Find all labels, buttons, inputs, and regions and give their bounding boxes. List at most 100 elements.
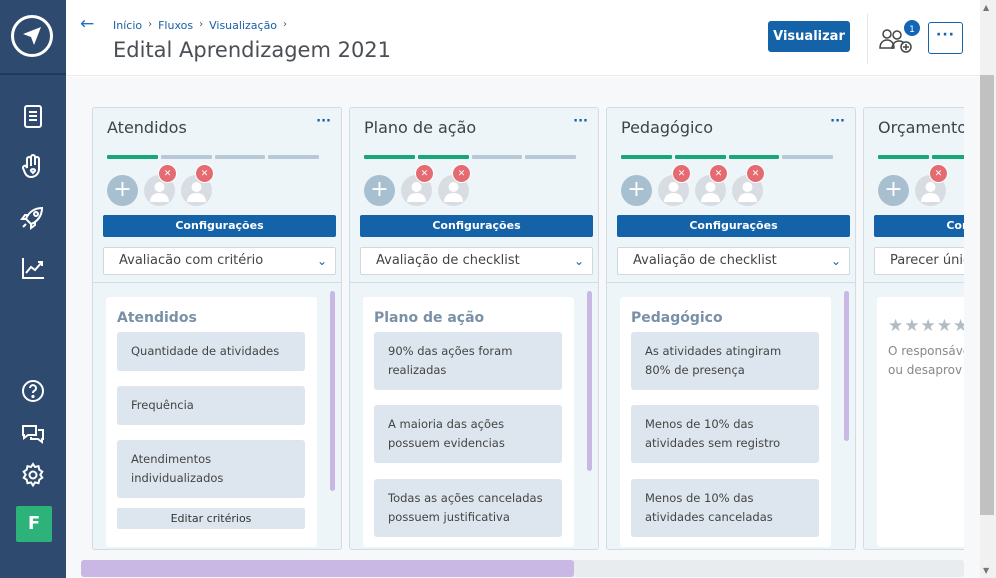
chart-line-icon[interactable] (19, 254, 47, 282)
scroll-down-icon[interactable]: ▼ (983, 566, 989, 575)
column-title: Pedagógico (621, 118, 714, 137)
evaluation-type-select[interactable]: Parecer único (874, 247, 964, 275)
select-value: Avaliação de checklist (633, 253, 777, 268)
column-scrollbar[interactable] (330, 291, 335, 491)
remove-member-icon[interactable]: ✕ (709, 163, 728, 183)
column-divider (93, 282, 341, 283)
remove-member-icon[interactable]: ✕ (158, 163, 177, 183)
column-divider (607, 282, 855, 283)
vertical-scrollbar[interactable]: ▲ ▼ (980, 0, 996, 578)
more-options-button[interactable]: ··· (928, 22, 963, 54)
member-avatar: ✕ (658, 163, 691, 206)
criterion-item[interactable]: Menos de 10% das atividades canceladas (631, 479, 819, 537)
evaluation-type-select[interactable]: Avaliação de checklist ⌄ (617, 247, 850, 275)
logo-icon[interactable] (11, 15, 53, 57)
criteria-card: Pedagógico As atividades atingiram 80% d… (620, 297, 831, 547)
visualizar-button[interactable]: Visualizar (768, 21, 850, 52)
criterion-item[interactable]: Quantidade de atividades (117, 332, 305, 371)
breadcrumb-item[interactable]: Visualização (209, 19, 277, 32)
configuracoes-button[interactable]: Configurações (874, 215, 964, 237)
sidebar-separator (0, 73, 66, 75)
column-menu-icon[interactable]: ··· (830, 114, 845, 129)
remove-member-icon[interactable]: ✕ (195, 163, 214, 183)
progress-segment (782, 155, 833, 159)
evaluation-type-select[interactable]: Avaliacão com critério ⌄ (103, 247, 336, 275)
criterion-item[interactable]: As atividades atingiram 80% de presença (631, 332, 819, 390)
remove-member-icon[interactable]: ✕ (672, 163, 691, 183)
chevron-right-icon: › (283, 19, 288, 30)
add-member-button[interactable]: + (621, 174, 652, 206)
criterion-item[interactable]: Atendimentos individualizados (117, 440, 305, 498)
progress-segment (621, 155, 672, 159)
breadcrumb-item[interactable]: Início (113, 19, 142, 32)
member-avatar: ✕ (695, 163, 728, 206)
rating-description-line: O responsável (888, 344, 964, 358)
criterion-item[interactable]: 90% das ações foram realizadas (374, 332, 562, 390)
chevron-down-icon: ⌄ (316, 254, 327, 268)
column-menu-icon[interactable]: ··· (316, 114, 331, 129)
configuracoes-button[interactable]: Configurações (617, 215, 850, 237)
column-divider (864, 282, 964, 283)
chevron-right-icon: › (148, 19, 153, 30)
progress-segment (525, 155, 576, 159)
add-member-button[interactable]: + (107, 174, 138, 206)
criteria-card-title: Plano de ação (374, 310, 485, 326)
column-orcamento: Orçamento + ✕ Configurações Parecer únic… (863, 107, 964, 550)
settings-icon[interactable] (19, 461, 47, 489)
member-avatar: ✕ (732, 163, 765, 206)
criteria-card: Plano de ação 90% das ações foram realiz… (363, 297, 574, 547)
progress-segment (674, 155, 726, 159)
criterion-item[interactable]: Menos de 10% das atividades sem registro (631, 405, 819, 463)
progress-segment (728, 155, 780, 159)
add-member-button[interactable]: + (364, 174, 395, 206)
column-plano-de-acao: Plano de ação ··· + ✕ ✕ Configurações Av… (349, 107, 599, 550)
column-atendidos: Atendidos ··· + ✕ ✕ Configurações Avalia… (92, 107, 342, 550)
configuracoes-button[interactable]: Configurações (103, 215, 336, 237)
progress-segment (214, 155, 266, 159)
criterion-item[interactable]: Todas as ações canceladas possuem justif… (374, 479, 562, 537)
evaluation-type-select[interactable]: Avaliação de checklist ⌄ (360, 247, 593, 275)
member-list: + ✕ ✕ (107, 163, 214, 206)
rating-description: O responsável ou desaprov (888, 342, 964, 380)
breadcrumb: Início › Fluxos › Visualização › (113, 19, 287, 32)
criterion-item[interactable]: A maioria das ações possuem evidencias (374, 405, 562, 463)
criterion-item[interactable]: Frequência (117, 386, 305, 425)
vertical-scrollbar-thumb[interactable] (980, 75, 994, 515)
editar-criterios-button[interactable]: Editar critérios (117, 508, 305, 529)
page-title: Edital Aprendizagem 2021 (113, 38, 392, 62)
remove-member-icon[interactable]: ✕ (415, 163, 434, 183)
horizontal-scrollbar[interactable] (81, 560, 964, 577)
member-list: + ✕ ✕ ✕ (621, 163, 765, 206)
sidebar: F (0, 0, 66, 578)
progress-segment (931, 155, 964, 159)
select-value: Avaliacão com critério (119, 253, 264, 268)
progress-segment (364, 155, 415, 159)
criteria-card: Atendidos Quantidade de atividades Frequ… (106, 297, 317, 547)
horizontal-scrollbar-thumb[interactable] (81, 560, 574, 577)
remove-member-icon[interactable]: ✕ (929, 163, 948, 183)
scroll-up-icon[interactable]: ▲ (983, 3, 989, 12)
configuracoes-button[interactable]: Configurações (360, 215, 593, 237)
star-rating-icon[interactable]: ★★★★★ (888, 316, 964, 336)
document-icon[interactable] (19, 102, 47, 130)
breadcrumb-item[interactable]: Fluxos (158, 19, 193, 32)
remove-member-icon[interactable]: ✕ (746, 163, 765, 183)
select-value: Parecer único (890, 253, 964, 268)
column-scrollbar[interactable] (844, 291, 849, 441)
back-arrow-icon[interactable]: ← (80, 14, 94, 34)
chat-icon[interactable] (19, 419, 47, 447)
column-scrollbar[interactable] (587, 291, 592, 471)
progress-bar (364, 155, 576, 159)
select-value: Avaliação de checklist (376, 253, 520, 268)
chevron-down-icon: ⌄ (830, 254, 841, 268)
user-avatar[interactable]: F (16, 506, 52, 542)
member-avatar: ✕ (438, 163, 471, 206)
column-menu-icon[interactable]: ··· (573, 114, 588, 129)
add-member-button[interactable]: + (878, 174, 909, 206)
help-icon[interactable] (19, 377, 47, 405)
remove-member-icon[interactable]: ✕ (452, 163, 471, 183)
column-title: Plano de ação (364, 118, 477, 137)
rocket-icon[interactable] (19, 204, 47, 232)
board-area: Atendidos ··· + ✕ ✕ Configurações Avalia… (66, 77, 980, 578)
hand-heart-icon[interactable] (19, 152, 47, 180)
